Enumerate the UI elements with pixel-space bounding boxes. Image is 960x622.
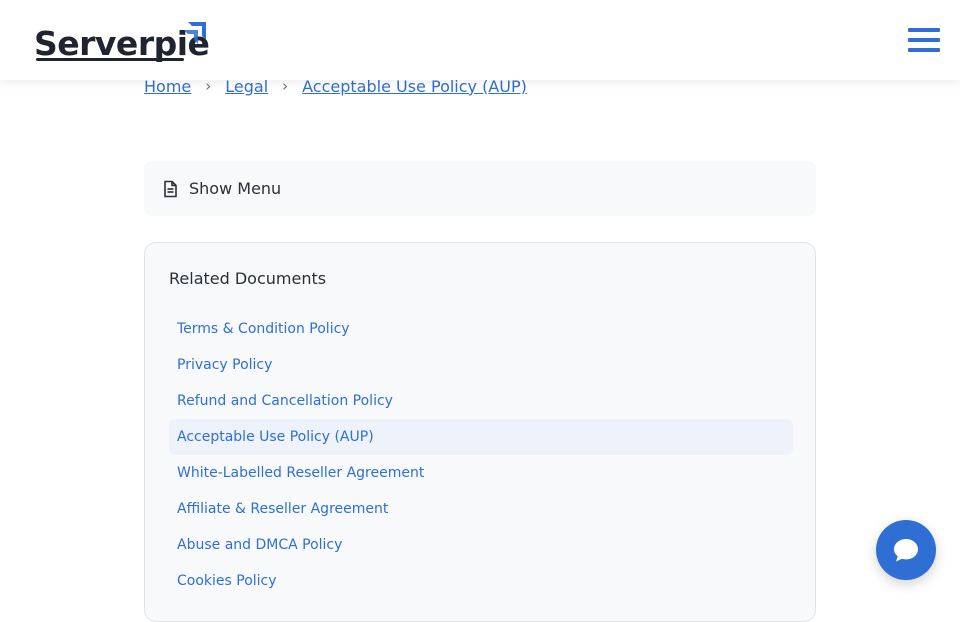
chat-button[interactable] (876, 520, 936, 580)
doc-link-affiliate[interactable]: Affiliate & Reseller Agreement (169, 491, 793, 527)
site-header: Serverpie (0, 0, 960, 80)
doc-link-cookies[interactable]: Cookies Policy (169, 563, 793, 599)
arrow-up-right-icon (184, 22, 206, 44)
show-menu-button[interactable]: Show Menu (144, 161, 816, 216)
hamburger-menu-icon[interactable] (908, 28, 940, 52)
doc-link-abuse-dmca[interactable]: Abuse and DMCA Policy (169, 527, 793, 563)
related-documents-title: Related Documents (169, 269, 327, 288)
doc-link-aup[interactable]: Acceptable Use Policy (AUP) (169, 419, 793, 455)
chat-bubble-icon (894, 539, 918, 562)
doc-link-privacy[interactable]: Privacy Policy (169, 347, 793, 383)
related-documents-list: Terms & Condition Policy Privacy Policy … (169, 311, 793, 599)
document-icon (164, 180, 177, 197)
logo-underline (36, 58, 184, 61)
doc-link-refund[interactable]: Refund and Cancellation Policy (169, 383, 793, 419)
doc-link-terms[interactable]: Terms & Condition Policy (169, 311, 793, 347)
serverpie-logo[interactable]: Serverpie (34, 18, 214, 64)
doc-link-reseller[interactable]: White-Labelled Reseller Agreement (169, 455, 793, 491)
related-documents-panel: Related Documents Terms & Condition Poli… (144, 242, 816, 622)
show-menu-label: Show Menu (189, 179, 282, 198)
